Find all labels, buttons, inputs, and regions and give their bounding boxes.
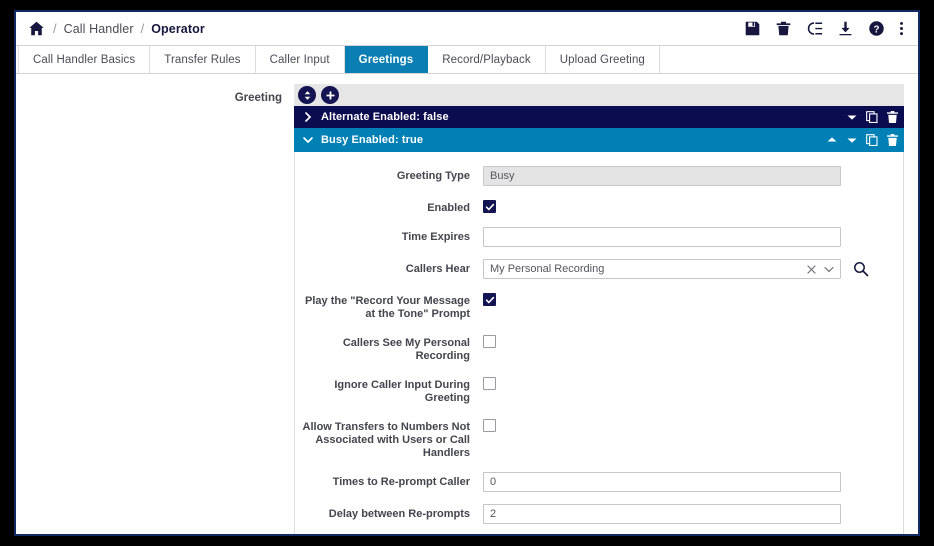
copy-icon[interactable] xyxy=(866,134,878,146)
toolbar-actions: ? xyxy=(744,20,908,37)
accordion-header-busy[interactable]: Busy Enabled: true xyxy=(294,128,904,152)
app-window: / Call Handler / Operator xyxy=(14,10,920,536)
breadcrumb-bar: / Call Handler / Operator xyxy=(16,12,918,46)
label-time-expires: Time Expires xyxy=(295,227,483,244)
move-down-icon[interactable] xyxy=(846,136,857,144)
field-row-record-prompt: Play the "Record Your Message at the Ton… xyxy=(295,291,903,321)
delete-icon[interactable] xyxy=(887,134,898,146)
label-ignore-input: Ignore Caller Input During Greeting xyxy=(295,375,483,405)
clear-x-icon[interactable] xyxy=(807,265,816,274)
greeting-type-input xyxy=(483,166,841,186)
tab-transfer-rules[interactable]: Transfer Rules xyxy=(150,46,255,73)
home-icon[interactable] xyxy=(28,20,46,37)
label-callers-see: Callers See My Personal Recording xyxy=(295,333,483,363)
field-row-callers-see: Callers See My Personal Recording xyxy=(295,333,903,363)
move-up-icon[interactable] xyxy=(826,136,837,144)
label-greeting-type: Greeting Type xyxy=(295,166,483,183)
callers-hear-search-icon[interactable] xyxy=(853,261,869,277)
tab-record-playback[interactable]: Record/Playback xyxy=(428,46,545,73)
allow-transfers-checkbox[interactable] xyxy=(483,419,496,432)
breadcrumb-separator-2: / xyxy=(141,21,145,36)
record-prompt-checkbox[interactable] xyxy=(483,293,496,306)
accordion-actions xyxy=(826,134,898,146)
greeting-form-busy: Greeting Type Enabled xyxy=(294,152,904,536)
greeting-toolbar xyxy=(294,84,904,106)
label-record-prompt: Play the "Record Your Message at the Ton… xyxy=(295,291,483,321)
field-row-times-reprompt: Times to Re-prompt Caller xyxy=(295,472,903,492)
field-row-callers-hear: Callers Hear My Personal Recording xyxy=(295,259,903,279)
label-enabled: Enabled xyxy=(295,198,483,215)
copy-icon[interactable] xyxy=(866,111,878,123)
field-row-allow-transfers: Allow Transfers to Numbers Not Associate… xyxy=(295,417,903,460)
time-expires-input[interactable] xyxy=(483,227,841,247)
help-icon[interactable]: ? xyxy=(868,20,885,37)
enabled-checkbox[interactable] xyxy=(483,200,496,213)
breadcrumb-separator-1: / xyxy=(53,21,57,36)
trash-icon[interactable] xyxy=(775,20,792,37)
callers-hear-value: My Personal Recording xyxy=(490,263,807,275)
breadcrumb-item-call-handler[interactable]: Call Handler xyxy=(64,22,134,36)
save-icon[interactable] xyxy=(744,20,761,37)
accordion-header-alternate[interactable]: Alternate Enabled: false xyxy=(294,106,904,128)
label-allow-transfers: Allow Transfers to Numbers Not Associate… xyxy=(295,417,483,460)
tab-caller-input[interactable]: Caller Input xyxy=(256,46,345,73)
field-row-greeting-type: Greeting Type xyxy=(295,166,903,186)
field-row-delay-reprompts: Delay between Re-prompts xyxy=(295,504,903,524)
screen-root: / Call Handler / Operator xyxy=(0,0,934,546)
chevron-down-icon[interactable] xyxy=(824,266,834,273)
add-plus-icon[interactable] xyxy=(321,86,339,104)
kebab-menu-icon[interactable] xyxy=(899,20,904,37)
download-icon[interactable] xyxy=(837,20,854,37)
chevron-down-icon xyxy=(302,134,314,146)
ignore-input-checkbox[interactable] xyxy=(483,377,496,390)
tab-greetings[interactable]: Greetings xyxy=(345,46,429,73)
callers-hear-select[interactable]: My Personal Recording xyxy=(483,259,841,279)
greeting-accordion-list: Alternate Enabled: false xyxy=(294,84,904,536)
field-row-time-expires: Time Expires xyxy=(295,227,903,247)
chevron-right-icon xyxy=(302,111,314,123)
accordion-actions xyxy=(826,111,898,123)
greeting-section: Greeting Alternate Enabled: false xyxy=(16,84,918,536)
field-row-ignore-input: Ignore Caller Input During Greeting xyxy=(295,375,903,405)
delete-icon[interactable] xyxy=(887,111,898,123)
sort-updown-icon[interactable] xyxy=(298,86,316,104)
tab-call-handler-basics[interactable]: Call Handler Basics xyxy=(18,46,150,73)
greeting-section-label: Greeting xyxy=(16,84,294,104)
svg-text:?: ? xyxy=(874,24,880,35)
accordion-title: Alternate Enabled: false xyxy=(321,111,826,123)
field-row-enabled: Enabled xyxy=(295,198,903,215)
move-down-icon[interactable] xyxy=(846,113,857,121)
tab-strip: Call Handler Basics Transfer Rules Calle… xyxy=(16,46,918,74)
label-times-reprompt: Times to Re-prompt Caller xyxy=(295,472,483,489)
delay-reprompts-input[interactable] xyxy=(483,504,841,524)
label-delay-reprompts: Delay between Re-prompts xyxy=(295,504,483,521)
breadcrumb-item-operator: Operator xyxy=(151,22,205,36)
callers-see-checkbox[interactable] xyxy=(483,335,496,348)
tab-upload-greeting[interactable]: Upload Greeting xyxy=(546,46,660,73)
breadcrumb: / Call Handler / Operator xyxy=(28,20,205,37)
content-area: Greeting Alternate Enabled: false xyxy=(16,74,918,533)
times-reprompt-input[interactable] xyxy=(483,472,841,492)
accordion-title: Busy Enabled: true xyxy=(321,134,826,146)
refresh-list-icon[interactable] xyxy=(806,20,823,37)
label-callers-hear: Callers Hear xyxy=(295,259,483,276)
